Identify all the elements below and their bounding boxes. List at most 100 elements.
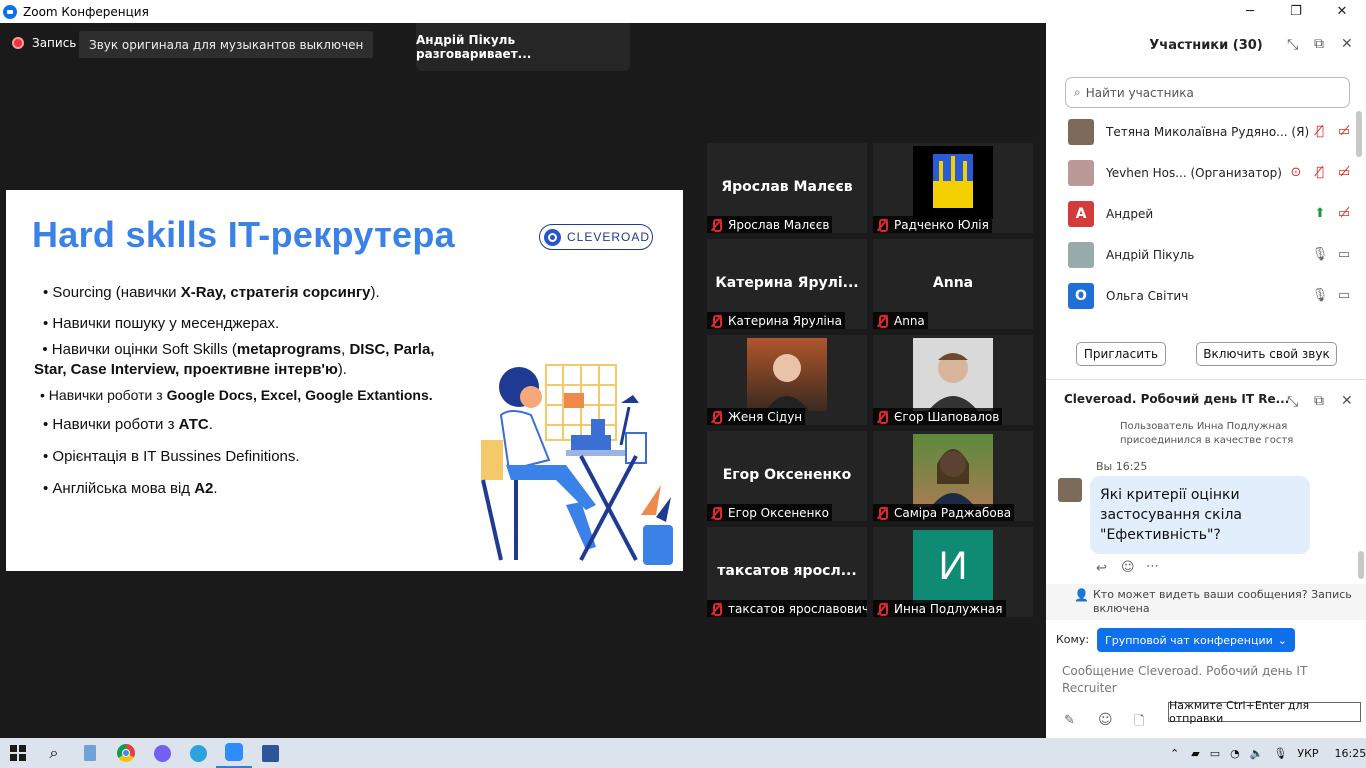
mic-muted-icon [876,602,888,616]
chrome-icon[interactable] [108,738,144,768]
format-icon[interactable]: ✎ [1064,713,1075,728]
unmute-button[interactable]: Включить свой звук [1196,342,1337,366]
video-tile[interactable]: Катерина Ярулі... Катерина Яруліна [707,239,867,329]
tray-chevron-icon[interactable]: ⌃ [1170,747,1179,760]
restore-button[interactable]: ❐ [1273,0,1319,23]
popout-icon[interactable]: ⧉ [1314,36,1324,52]
windows-start-icon[interactable] [0,738,36,768]
clock[interactable]: 16:25 [1335,747,1366,760]
close-button[interactable]: ✕ [1319,0,1365,23]
participant-row[interactable]: Андрій Пікуль 🎙 ▭ [1046,234,1358,275]
chat-message-input[interactable]: Сообщение Cleveroad. Робочий день IT Rec… [1062,663,1322,697]
mic-muted-icon [876,506,888,520]
windows-taskbar: ⌕ [0,738,1366,768]
video-tile[interactable]: таксатов яросл... таксатов ярославович [707,527,867,617]
participant-photo [913,434,993,507]
recording-indicator[interactable]: Запись [12,36,76,50]
participant-row[interactable]: O Ольга Світич 🎙 ▭ [1046,275,1358,316]
reply-icon[interactable]: ↩ [1096,561,1107,576]
search-icon[interactable]: ⌕ [36,738,72,768]
participant-name: Андрій Пікуль [1106,247,1195,262]
telegram-icon[interactable] [180,738,216,768]
avatar [1068,241,1094,268]
close-panel-icon[interactable]: ✕ [1341,36,1353,52]
slide-bullet: • Орієнтація в IT Bussines Definitions. [43,448,300,465]
minimize-button[interactable]: ─ [1227,0,1273,23]
person-photo-icon [931,449,975,507]
video-off-icon[interactable]: ▭̸ [1334,165,1354,180]
video-tile[interactable]: Саміра Раджабова [873,431,1033,521]
side-panel: Участники (30) ⤡ ⧉ ✕ ⌕ Найти участника Т… [1046,23,1366,738]
tile-label: Женя Сідун [707,408,806,425]
microphone-icon[interactable]: 🎙 [1273,747,1287,760]
tile-label: таксатов ярославович [707,600,867,617]
chat-scrollbar[interactable] [1358,551,1364,579]
active-speaker-banner: Андрій Пікуль разговариваeт... [416,23,630,71]
participant-name: Тетяна Миколаївна Рудяно... (Я) [1106,124,1310,139]
chat-message-bubble[interactable]: Які критерії оцінки застосування скіла "… [1090,476,1310,554]
video-tile[interactable]: Ярослав Малєєв Ярослав Малєєв [707,143,867,233]
video-icon[interactable]: ▭ [1334,288,1354,303]
battery-icon[interactable]: ▭ [1210,747,1220,760]
tile-label: Катерина Яруліна [707,312,845,329]
video-icon[interactable]: ▭ [1334,247,1354,262]
calculator-icon[interactable] [72,738,108,768]
zoom-taskbar-icon[interactable] [216,738,252,768]
participant-row[interactable]: A Андрей ⬆ ▭̸ [1046,193,1358,234]
participant-row[interactable]: Yevhen Hos... (Организатор) ⊙ 🎙̸ ▭̸ [1046,152,1358,193]
mic-icon[interactable]: 🎙 [1310,247,1330,262]
video-tile[interactable]: И Инна Подлужная [873,527,1033,617]
mic-muted-icon[interactable]: 🎙̸ [1310,124,1330,139]
record-icon [12,37,24,49]
collapse-icon[interactable]: ⤡ [1287,37,1298,53]
system-message: Пользователь Инна Подлужная присоединилс… [1120,421,1294,446]
mic-muted-icon [876,218,888,232]
video-tile[interactable]: Радченко Юлія [873,143,1033,233]
mic-muted-icon [710,314,722,328]
cleveroad-logo-icon [544,228,561,246]
avatar [1068,159,1094,186]
video-off-icon[interactable]: ▭̸ [1334,124,1354,139]
collapse-icon[interactable]: ⤡ [1287,394,1298,410]
word-icon[interactable] [252,738,288,768]
language-indicator[interactable]: УКР [1297,747,1318,760]
mic-icon[interactable]: 🎙 [1310,288,1330,303]
video-off-icon[interactable]: ▭̸ [1334,206,1354,221]
person-info-icon: 👤 [1074,588,1089,602]
network-icon[interactable]: ◔ [1230,747,1240,760]
close-chat-icon[interactable]: ✕ [1341,393,1353,409]
participant-row[interactable]: Тетяна Миколаївна Рудяно... (Я) 🎙̸ ▭̸ [1046,111,1358,152]
avatar: A [1068,200,1094,227]
video-tile[interactable]: Егор Оксененко Егор Оксененко [707,431,867,521]
more-icon[interactable]: ⋯ [1146,559,1159,574]
person-photo-icon [928,353,978,411]
invite-button[interactable]: Пригласить [1076,342,1166,366]
video-tile[interactable]: Женя Сідун [707,335,867,425]
participant-search-input[interactable]: ⌕ Найти участника [1065,77,1350,108]
file-icon[interactable]: 🗋 [1134,712,1144,734]
recipient-value: Групповой чат конференции [1105,633,1273,647]
mic-muted-icon[interactable]: 🎙̸ [1310,165,1330,180]
tile-label: Anna [873,312,928,329]
meeting-area: Запись Звук оригинала для музыкантов вык… [0,23,1046,738]
recipient-dropdown[interactable]: Групповой чат конференции ⌄ [1097,628,1296,652]
emoji-react-icon[interactable]: ☺ [1121,560,1135,575]
slide-bullet: • Англійська мова від А2. [43,480,218,497]
message-sender: Вы 16:25 [1096,460,1148,473]
viber-icon[interactable] [144,738,180,768]
to-label: Кому: [1056,633,1090,646]
video-tile[interactable]: Єгор Шаповалов [873,335,1033,425]
avatar [1058,478,1082,502]
emoji-icon[interactable]: ☺ [1098,712,1113,728]
popout-icon[interactable]: ⧉ [1314,393,1324,409]
participants-scrollbar[interactable] [1356,111,1362,157]
title-bar: Zoom Конференция ─ ❐ ✕ [0,0,1366,23]
video-tile[interactable]: Anna Anna [873,239,1033,329]
tile-label: Єгор Шаповалов [873,408,1003,425]
participant-photo [747,338,827,411]
mic-muted-icon [876,314,888,328]
search-placeholder: Найти участника [1085,85,1194,100]
participant-name: Ольга Світич [1106,288,1189,303]
volume-icon[interactable]: 🔈 [1250,747,1264,760]
zoom-tray-icon[interactable]: ▰ [1191,747,1199,760]
